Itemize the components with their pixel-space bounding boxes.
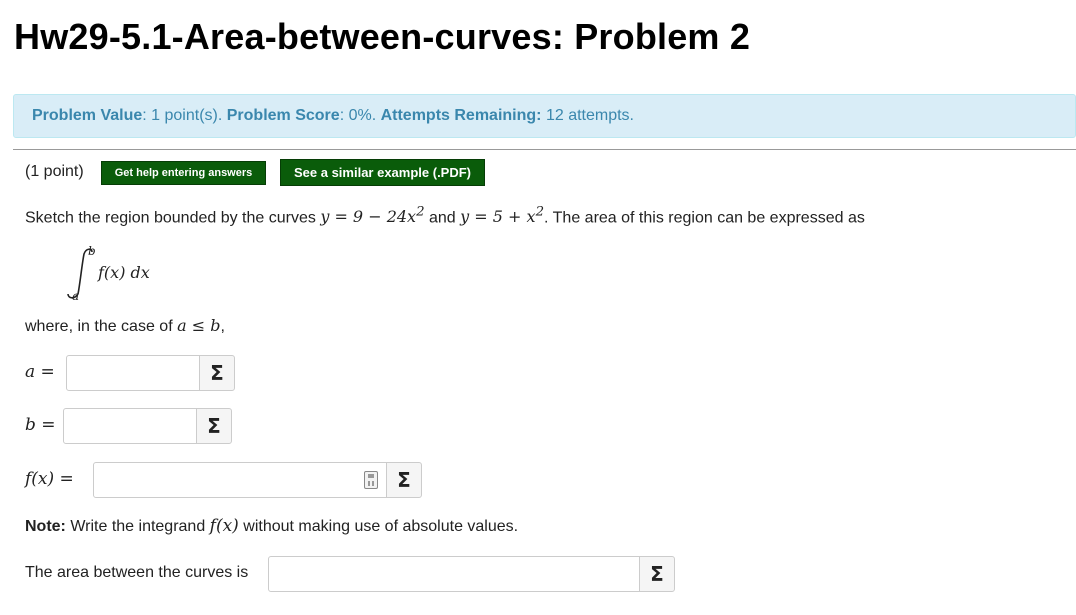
curve2-expr: y = 5 + x xyxy=(460,207,536,227)
attempts-remaining-label: Attempts Remaining: xyxy=(380,107,542,124)
page-title: Hw29-5.1-Area-between-curves: Problem 2 xyxy=(14,16,751,57)
a-equation-editor-button[interactable]: Σ xyxy=(199,355,235,391)
where-post: , xyxy=(220,318,225,335)
sigma-icon: Σ xyxy=(207,414,221,438)
curve1-expr: y = 9 − 24x xyxy=(320,207,417,227)
sigma-icon: Σ xyxy=(210,361,224,385)
curve1-math: y = 9 − 24x2 xyxy=(320,205,425,227)
integrand: f(x) dx xyxy=(97,263,150,282)
point-value: (1 point) xyxy=(25,163,84,180)
curve1-exponent: 2 xyxy=(416,205,425,220)
problem-value-label: Problem Value xyxy=(32,107,143,124)
note-math: f(x) xyxy=(209,516,239,536)
attempts-remaining-text: 12 attempts. xyxy=(541,107,634,124)
note-label: Note: xyxy=(25,518,66,535)
problem-score-text: : 0%. xyxy=(339,107,381,124)
sigma-icon: Σ xyxy=(650,562,664,586)
curve2-math: y = 5 + x2 xyxy=(460,205,545,227)
similar-example-button[interactable]: See a similar example (.PDF) xyxy=(280,159,485,186)
note: Note: Write the integrand f(x) without m… xyxy=(25,516,518,536)
help-entering-answers-button[interactable]: Get help entering answers xyxy=(101,161,266,185)
problem-value-text: : 1 point(s). xyxy=(142,107,227,124)
area-input[interactable] xyxy=(268,556,640,592)
integral-expression: b a f(x) dx xyxy=(67,244,150,303)
area-label: The area between the curves is xyxy=(25,564,249,581)
statement-pre: Sketch the region bounded by the curves xyxy=(25,209,321,227)
problem-score-label: Problem Score xyxy=(226,107,340,124)
divider xyxy=(13,149,1076,150)
where-clause: where, in the case of a ≤ b, xyxy=(25,316,225,336)
area-equation-editor-button[interactable]: Σ xyxy=(639,556,675,592)
b-input[interactable] xyxy=(63,408,197,444)
where-pre: where, in the case of xyxy=(25,318,178,335)
problem-info-bar: Problem Value: 1 point(s). Problem Score… xyxy=(13,94,1076,138)
integral-upper-limit: b xyxy=(88,244,96,258)
problem-statement: Sketch the region bounded by the curves … xyxy=(25,205,865,227)
b-label: b = xyxy=(25,415,56,435)
statement-post: . The area of this region can be express… xyxy=(544,209,865,227)
note-pre: Write the integrand xyxy=(65,518,210,535)
f-input[interactable] xyxy=(93,462,387,498)
integral-lower-limit: a xyxy=(72,289,79,303)
curve2-exponent: 2 xyxy=(535,205,545,220)
calculator-icon[interactable] xyxy=(364,471,378,489)
sigma-icon: Σ xyxy=(397,468,411,492)
and-text: and xyxy=(424,209,461,227)
where-math: a ≤ b xyxy=(177,316,221,335)
f-equation-editor-button[interactable]: Σ xyxy=(386,462,422,498)
f-label: f(x) = xyxy=(25,469,74,489)
a-input[interactable] xyxy=(66,355,200,391)
b-equation-editor-button[interactable]: Σ xyxy=(196,408,232,444)
note-post: without making use of absolute values. xyxy=(238,518,519,535)
a-label: a = xyxy=(25,362,55,382)
